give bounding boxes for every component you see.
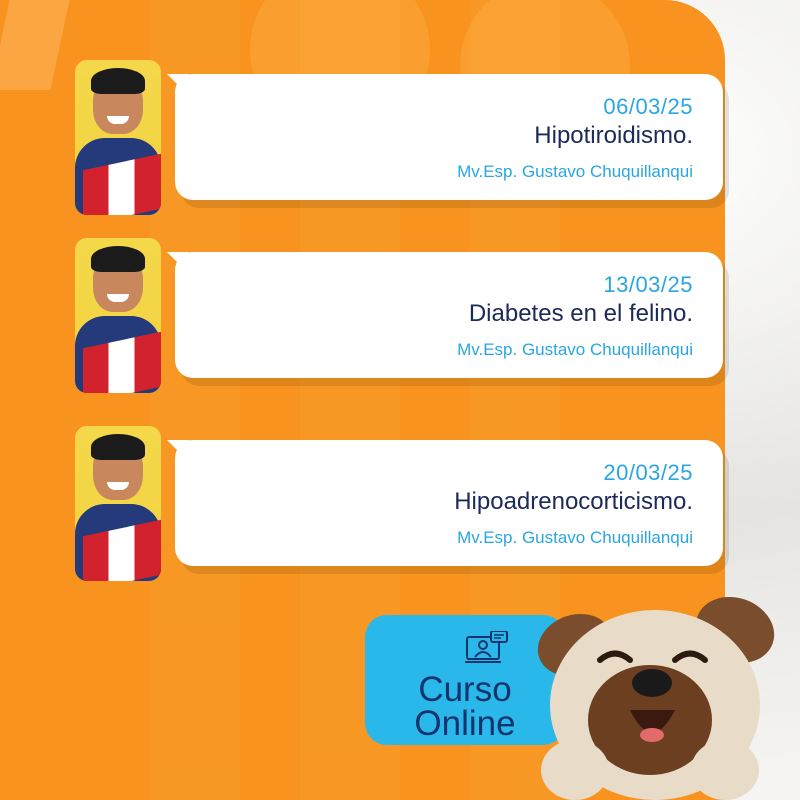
session-topic: Hipoadrenocorticismo. — [454, 488, 693, 515]
session-card: 06/03/25 Hipotiroidismo. Mv.Esp. Gustavo… — [75, 60, 725, 215]
online-class-icon — [465, 631, 508, 663]
dog-mascot-illustration — [537, 596, 775, 800]
session-date: 13/03/25 — [603, 272, 693, 297]
speaker-photo — [75, 426, 161, 581]
session-card: 13/03/25 Diabetes en el felino. Mv.Esp. … — [75, 238, 725, 393]
session-topic: Hipotiroidismo. — [534, 122, 693, 149]
speaker-photo — [75, 60, 161, 215]
session-date: 06/03/25 — [603, 94, 693, 119]
speaker-photo — [75, 238, 161, 393]
session-bubble: 20/03/25 Hipoadrenocorticismo. Mv.Esp. G… — [167, 440, 723, 566]
session-topic: Diabetes en el felino. — [468, 300, 693, 327]
session-speaker: Mv.Esp. Gustavo Chuquillanqui — [457, 162, 693, 181]
session-bubble: 06/03/25 Hipotiroidismo. Mv.Esp. Gustavo… — [167, 74, 723, 200]
session-date: 20/03/25 — [603, 460, 693, 485]
session-speaker: Mv.Esp. Gustavo Chuquillanqui — [457, 528, 693, 547]
session-card: 20/03/25 Hipoadrenocorticismo. Mv.Esp. G… — [75, 426, 725, 581]
decorative-slash — [0, 0, 70, 90]
session-bubble: 13/03/25 Diabetes en el felino. Mv.Esp. … — [167, 252, 723, 378]
session-speaker: Mv.Esp. Gustavo Chuquillanqui — [457, 340, 693, 359]
